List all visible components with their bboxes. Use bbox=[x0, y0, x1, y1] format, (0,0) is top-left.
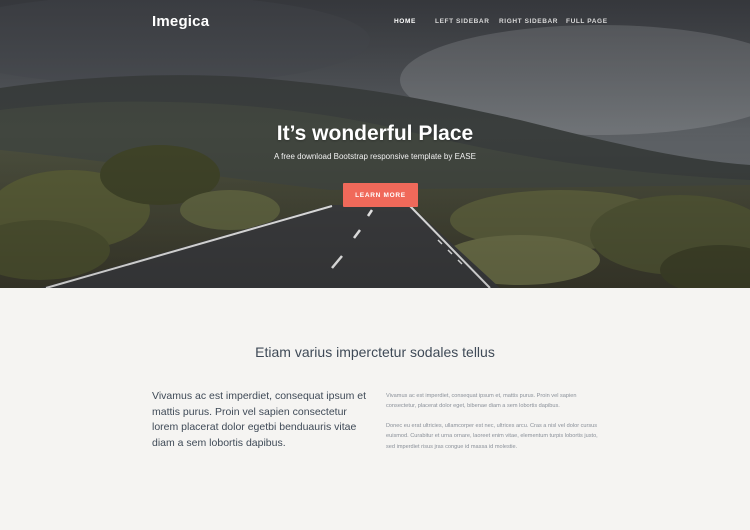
nav-link-home[interactable]: HOME bbox=[394, 18, 416, 25]
lead-paragraph: Vivamus ac est imperdiet, consequat ipsu… bbox=[152, 390, 366, 449]
body-paragraph-2: Donec eu erat ultricies, ullamcorper est… bbox=[386, 423, 598, 450]
body-paragraph-1: Vivamus ac est imperdiet, consequat ipsu… bbox=[386, 393, 577, 410]
hero-title: It’s wonderful Place bbox=[276, 122, 474, 145]
learn-more-button[interactable]: LEARN MORE bbox=[343, 183, 418, 207]
hero-banner: Imegica HOME LEFT SIDEBAR RIGHT SIDEBAR … bbox=[0, 0, 750, 288]
brand-logo[interactable]: Imegica bbox=[152, 13, 209, 30]
nav-link-left-sidebar[interactable]: LEFT SIDEBAR bbox=[435, 18, 490, 25]
top-navbar: Imegica HOME LEFT SIDEBAR RIGHT SIDEBAR … bbox=[0, 0, 750, 44]
nav-link-full-page[interactable]: FULL PAGE bbox=[566, 18, 608, 25]
section-heading: Etiam varius imperctetur sodales tellus bbox=[255, 344, 495, 360]
nav-link-right-sidebar[interactable]: RIGHT SIDEBAR bbox=[499, 18, 558, 25]
hero-subtitle: A free download Bootstrap responsive tem… bbox=[274, 152, 476, 161]
